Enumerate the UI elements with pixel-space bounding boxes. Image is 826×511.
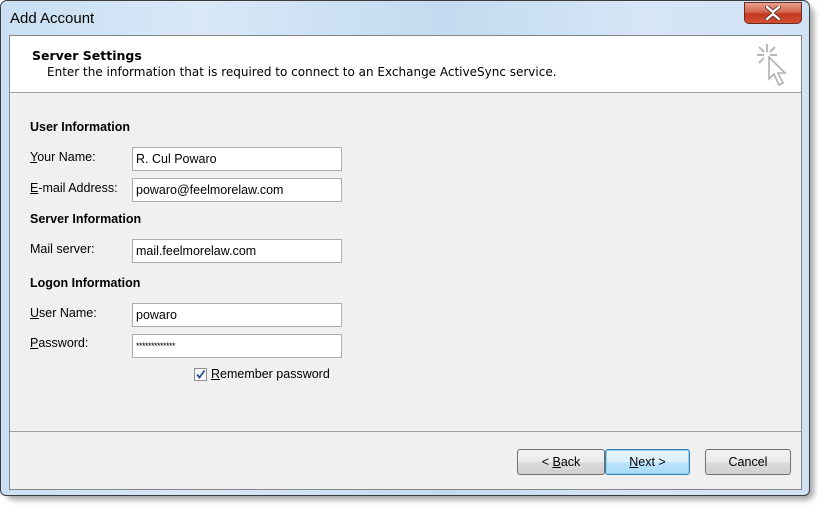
- page-title: Server Settings: [32, 48, 142, 63]
- back-label-text: ack: [560, 455, 581, 469]
- cancel-button[interactable]: Cancel: [705, 449, 791, 475]
- remember-label-text: emember password: [220, 367, 330, 381]
- email-input[interactable]: powaro@feelmorelaw.com: [132, 178, 342, 202]
- close-x-icon: [765, 6, 781, 20]
- next-label-text: ext >: [638, 455, 666, 469]
- remember-password-row[interactable]: Remember password: [194, 367, 330, 381]
- back-button[interactable]: < Back: [517, 449, 605, 475]
- user-information-heading: User Information: [30, 120, 131, 134]
- logon-information-heading: Logon Information: [30, 276, 141, 290]
- user-name-label: User Name:: [30, 306, 97, 320]
- wizard-header: Server Settings Enter the information th…: [10, 36, 801, 93]
- remember-password-label[interactable]: Remember password: [211, 367, 330, 381]
- page-subtitle: Enter the information that is required t…: [47, 65, 557, 79]
- back-access-key: B: [552, 455, 561, 469]
- server-information-heading: Server Information: [30, 212, 142, 226]
- user-name-input[interactable]: powaro: [132, 303, 342, 327]
- window-title: Add Account: [10, 10, 95, 27]
- password-input[interactable]: *************: [132, 334, 342, 358]
- next-button[interactable]: Next >: [605, 449, 690, 475]
- email-label: E-mail Address:: [30, 181, 118, 195]
- your-name-input[interactable]: R. Cul Powaro: [132, 147, 342, 171]
- password-label: Password:: [30, 336, 88, 350]
- mail-server-label: Mail server:: [30, 242, 95, 256]
- user-name-access-key: U: [30, 306, 40, 320]
- cursor-click-icon: [757, 44, 787, 87]
- password-label-text: assword:: [38, 336, 89, 350]
- remember-access-key: R: [211, 367, 221, 381]
- close-button[interactable]: [744, 2, 802, 24]
- your-name-label: Your Name:: [30, 150, 96, 164]
- add-account-dialog: Add Account Server Settings Enter the in…: [0, 0, 810, 496]
- remember-password-checkbox[interactable]: [194, 367, 207, 381]
- user-name-label-text: ser Name:: [39, 306, 97, 320]
- title-bar[interactable]: Add Account: [1, 1, 809, 35]
- back-prefix: <: [541, 455, 553, 469]
- dialog-body: Server Settings Enter the information th…: [9, 35, 802, 490]
- next-access-key: N: [629, 455, 639, 469]
- checkmark-icon: [196, 369, 206, 379]
- mail-server-input[interactable]: mail.feelmorelaw.com: [132, 239, 342, 263]
- email-label-text: -mail Address:: [38, 181, 118, 195]
- footer-divider: [10, 431, 801, 432]
- your-name-label-text: our Name:: [37, 150, 96, 164]
